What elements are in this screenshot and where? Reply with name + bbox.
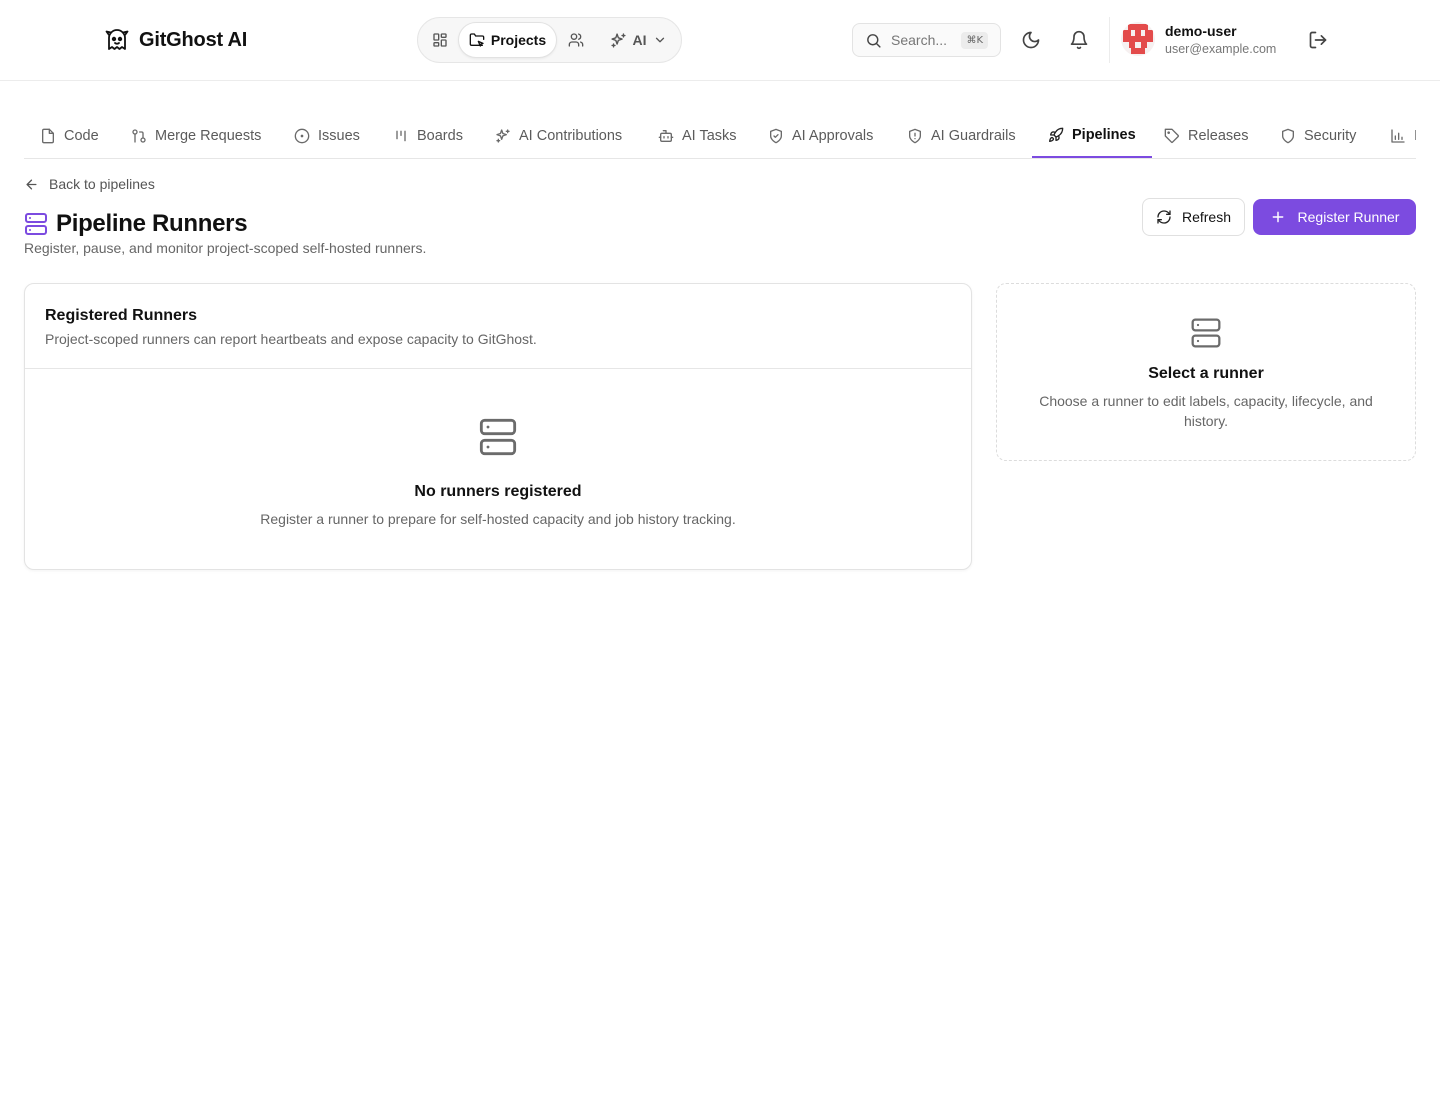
kanban-icon (393, 128, 409, 144)
server-icon (24, 212, 48, 236)
tab-security[interactable]: Security (1264, 113, 1372, 158)
empty-state-title: No runners registered (414, 483, 582, 500)
shield-icon (1280, 128, 1296, 144)
tab-label: AI Tasks (682, 127, 737, 144)
back-link-label: Back to pipelines (49, 176, 155, 192)
primary-nav: Projects AI (417, 17, 682, 63)
tab-code[interactable]: Code (24, 113, 115, 158)
server-icon (1190, 317, 1222, 349)
plus-icon (1270, 209, 1286, 225)
tab-label: Merge Requests (155, 127, 262, 144)
empty-state-description: Register a runner to prepare for self-ho… (260, 511, 736, 527)
sparkles-icon (495, 128, 511, 144)
projects-nav-button[interactable]: Projects (458, 22, 557, 58)
register-runner-label: Register Runner (1297, 209, 1400, 225)
tab-label: AI Approvals (792, 127, 874, 144)
card-title: Registered Runners (45, 307, 198, 324)
tab-boards[interactable]: Boards (377, 113, 479, 158)
tab-label: AI Guardrails (931, 127, 1016, 144)
bot-icon (658, 128, 674, 144)
card-description: Project-scoped runners can report heartb… (45, 331, 537, 347)
file-icon (40, 128, 56, 144)
moon-icon (1021, 30, 1041, 50)
empty-state: No runners registered Register a runner … (25, 417, 971, 527)
detail-placeholder-description: Choose a runner to edit labels, capacity… (1039, 393, 1373, 429)
ai-nav-dropdown[interactable]: AI (598, 22, 678, 58)
refresh-icon (1156, 209, 1172, 225)
projects-nav-label: Projects (490, 32, 547, 48)
refresh-button-label: Refresh (1181, 209, 1232, 225)
tab-label: Releases (1188, 127, 1249, 144)
user-email: user@example.com (1165, 42, 1277, 56)
brand-name: GitGhost AI (139, 28, 248, 51)
runner-detail-placeholder: Select a runner Choose a runner to edit … (996, 283, 1416, 461)
git-merge-icon (131, 128, 147, 144)
detail-placeholder-title: Select a runner (1148, 365, 1264, 382)
folder-icon (469, 32, 485, 48)
back-to-pipelines-link[interactable]: Back to pipelines (24, 176, 155, 192)
tab-label: Code (64, 127, 99, 144)
users-icon (568, 32, 584, 48)
sparkles-icon (610, 32, 627, 49)
top-navigation-bar: GitGhost AI Projects AI Search... ⌘K dem… (0, 0, 1440, 81)
ghost-logo-icon (103, 26, 131, 54)
page-title: Pipeline Runners (56, 210, 248, 237)
tab-label: Pipelines (1072, 126, 1136, 143)
header-divider (1109, 17, 1110, 63)
tab-issues[interactable]: Issues (278, 113, 376, 158)
tab-label: Boards (417, 127, 463, 144)
chevron-down-icon (653, 33, 667, 47)
search-shortcut-badge: ⌘K (961, 32, 988, 49)
register-runner-button[interactable]: Register Runner (1253, 199, 1416, 235)
tab-label: I (1414, 128, 1416, 144)
tab-ai-approvals[interactable]: AI Approvals (752, 113, 889, 158)
layout-grid-icon (432, 32, 448, 48)
theme-toggle-button[interactable] (1017, 26, 1045, 54)
search-button[interactable]: Search... ⌘K (852, 23, 1001, 57)
team-nav-button[interactable] (562, 22, 590, 58)
tab-ai-tasks[interactable]: AI Tasks (642, 113, 753, 158)
dashboard-nav-button[interactable] (426, 22, 454, 58)
tab-insights[interactable]: I (1374, 113, 1416, 158)
user-name: demo-user (1165, 23, 1237, 39)
brand-logo-link[interactable]: GitGhost AI (103, 26, 247, 54)
tab-label: AI Contributions (519, 127, 623, 144)
shield-alert-icon (907, 128, 923, 144)
card-header: Registered Runners Project-scoped runner… (25, 284, 971, 369)
avatar[interactable] (1121, 22, 1155, 56)
bell-icon (1069, 30, 1089, 50)
tab-pipelines[interactable]: Pipelines (1032, 113, 1152, 158)
tab-label: Issues (318, 127, 360, 144)
circle-dot-icon (294, 128, 310, 144)
rocket-icon (1048, 127, 1064, 143)
ai-nav-label: AI (632, 32, 647, 48)
shield-check-icon (768, 128, 784, 144)
tab-merge-requests[interactable]: Merge Requests (115, 113, 277, 158)
server-icon (478, 417, 518, 457)
tab-ai-guardrails[interactable]: AI Guardrails (891, 113, 1032, 158)
tab-releases[interactable]: Releases (1148, 113, 1264, 158)
search-placeholder: Search... (891, 32, 948, 48)
log-out-icon (1308, 30, 1328, 50)
tab-ai-contributions[interactable]: AI Contributions (479, 113, 638, 158)
tag-icon (1164, 128, 1180, 144)
project-tabs: Code Merge Requests Issues Boards AI Con… (24, 113, 1416, 159)
page-subtitle: Register, pause, and monitor project-sco… (24, 240, 427, 256)
refresh-button[interactable]: Refresh (1142, 198, 1245, 236)
registered-runners-card: Registered Runners Project-scoped runner… (24, 283, 972, 570)
search-icon (865, 32, 882, 49)
notifications-button[interactable] (1065, 26, 1093, 54)
arrow-left-icon (24, 177, 39, 192)
logout-button[interactable] (1304, 26, 1332, 54)
bar-chart-icon (1390, 128, 1406, 144)
tab-label: Security (1304, 127, 1357, 144)
page-title-row: Pipeline Runners (24, 210, 248, 238)
